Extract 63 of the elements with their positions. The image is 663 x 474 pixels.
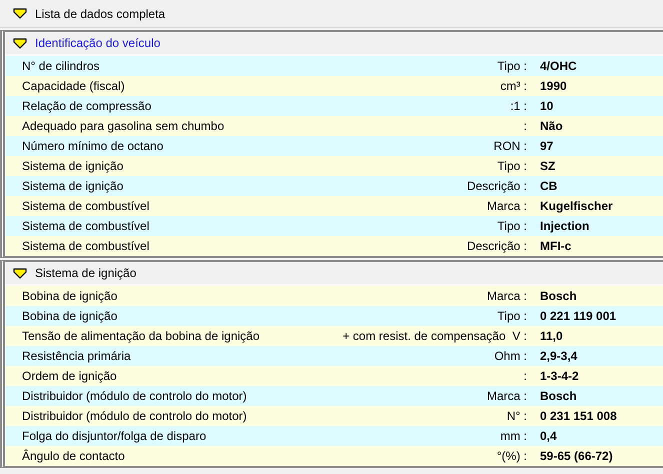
row-label: Adequado para gasolina sem chumbo xyxy=(21,119,226,133)
unit-label: Tipo : xyxy=(497,59,527,73)
unit-label: : xyxy=(524,119,527,133)
row-value: Bosch xyxy=(539,289,578,303)
row-value: 0 231 151 008 xyxy=(539,409,618,423)
row-label: Sistema de ignição xyxy=(21,159,124,173)
unit-label: RON : xyxy=(494,139,527,153)
unit-label: + com resist. de compensação V : xyxy=(342,329,527,343)
unit-label: Descrição : xyxy=(466,179,527,193)
row-label: Ordem de ignição xyxy=(21,369,118,383)
row-value: 2,9-3,4 xyxy=(539,349,578,363)
row-label: Sistema de ignição xyxy=(21,179,124,193)
unit-label: Marca : xyxy=(486,389,527,403)
row-label: Sistema de combustível xyxy=(21,239,150,253)
section-title: Sistema de ignição xyxy=(35,266,136,280)
row-label: Bobina de ignição xyxy=(21,289,118,303)
unit-label: °(%) : xyxy=(496,449,527,463)
unit-label: Tipo : xyxy=(497,309,527,323)
chevron-down-icon xyxy=(13,268,27,278)
unit-label: Descrição : xyxy=(466,239,527,253)
row-label: N° de cilindros xyxy=(21,59,100,73)
row-label: Relação de compressão xyxy=(21,99,152,113)
unit-label: : xyxy=(524,369,527,383)
row-label: Sistema de combustível xyxy=(21,219,150,233)
row-value: 0,4 xyxy=(539,429,558,443)
row-label: Número mínimo de octano xyxy=(21,139,164,153)
unit-label: Marca : xyxy=(486,289,527,303)
row-value: MFI-c xyxy=(539,239,572,253)
row-value: Bosch xyxy=(539,389,578,403)
row-value: CB xyxy=(539,179,558,193)
row-label: Distribuidor (módulo de controlo do motor) xyxy=(21,389,248,403)
row-label: Distribuidor (módulo de controlo do motor) xyxy=(21,409,248,423)
row-label: Ângulo de contacto xyxy=(21,449,126,463)
row-value: 1990 xyxy=(539,79,568,93)
row-value: 59-65 (66-72) xyxy=(539,449,614,463)
row-value: Injection xyxy=(539,219,590,233)
unit-label: Tipo : xyxy=(497,219,527,233)
unit-label: N° : xyxy=(506,409,527,423)
row-label: Tensão de alimentação da bobina de ignição xyxy=(21,329,261,343)
row-value: 11,0 xyxy=(539,329,564,343)
row-label: Capacidade (fiscal) xyxy=(21,79,126,93)
row-value: 0 221 119 001 xyxy=(539,309,618,323)
unit-label: mm : xyxy=(500,429,527,443)
unit-label: Tipo : xyxy=(497,159,527,173)
section-title: Identificação do veículo xyxy=(35,36,160,50)
row-label: Sistema de combustível xyxy=(21,199,150,213)
row-value: Kugelfischer xyxy=(539,199,614,213)
row-value: 1-3-4-2 xyxy=(539,369,580,383)
unit-label: Marca : xyxy=(486,199,527,213)
row-label: Bobina de ignição xyxy=(21,309,118,323)
unit-label: Ohm : xyxy=(494,349,527,363)
chevron-down-icon xyxy=(13,38,27,48)
chevron-down-icon xyxy=(13,8,27,19)
unit-label: :1 : xyxy=(510,99,527,113)
unit-label: cm³ : xyxy=(500,79,527,93)
row-value: 4/OHC xyxy=(539,59,578,73)
row-value: 97 xyxy=(539,139,554,153)
row-label: Resistência primária xyxy=(21,349,132,363)
header-title: Lista de dados completa xyxy=(35,6,166,20)
row-value: SZ xyxy=(539,159,556,173)
row-value: 10 xyxy=(539,99,554,113)
row-label: Folga do disjuntor/folga de disparo xyxy=(21,429,208,443)
row-value: Não xyxy=(539,119,564,133)
